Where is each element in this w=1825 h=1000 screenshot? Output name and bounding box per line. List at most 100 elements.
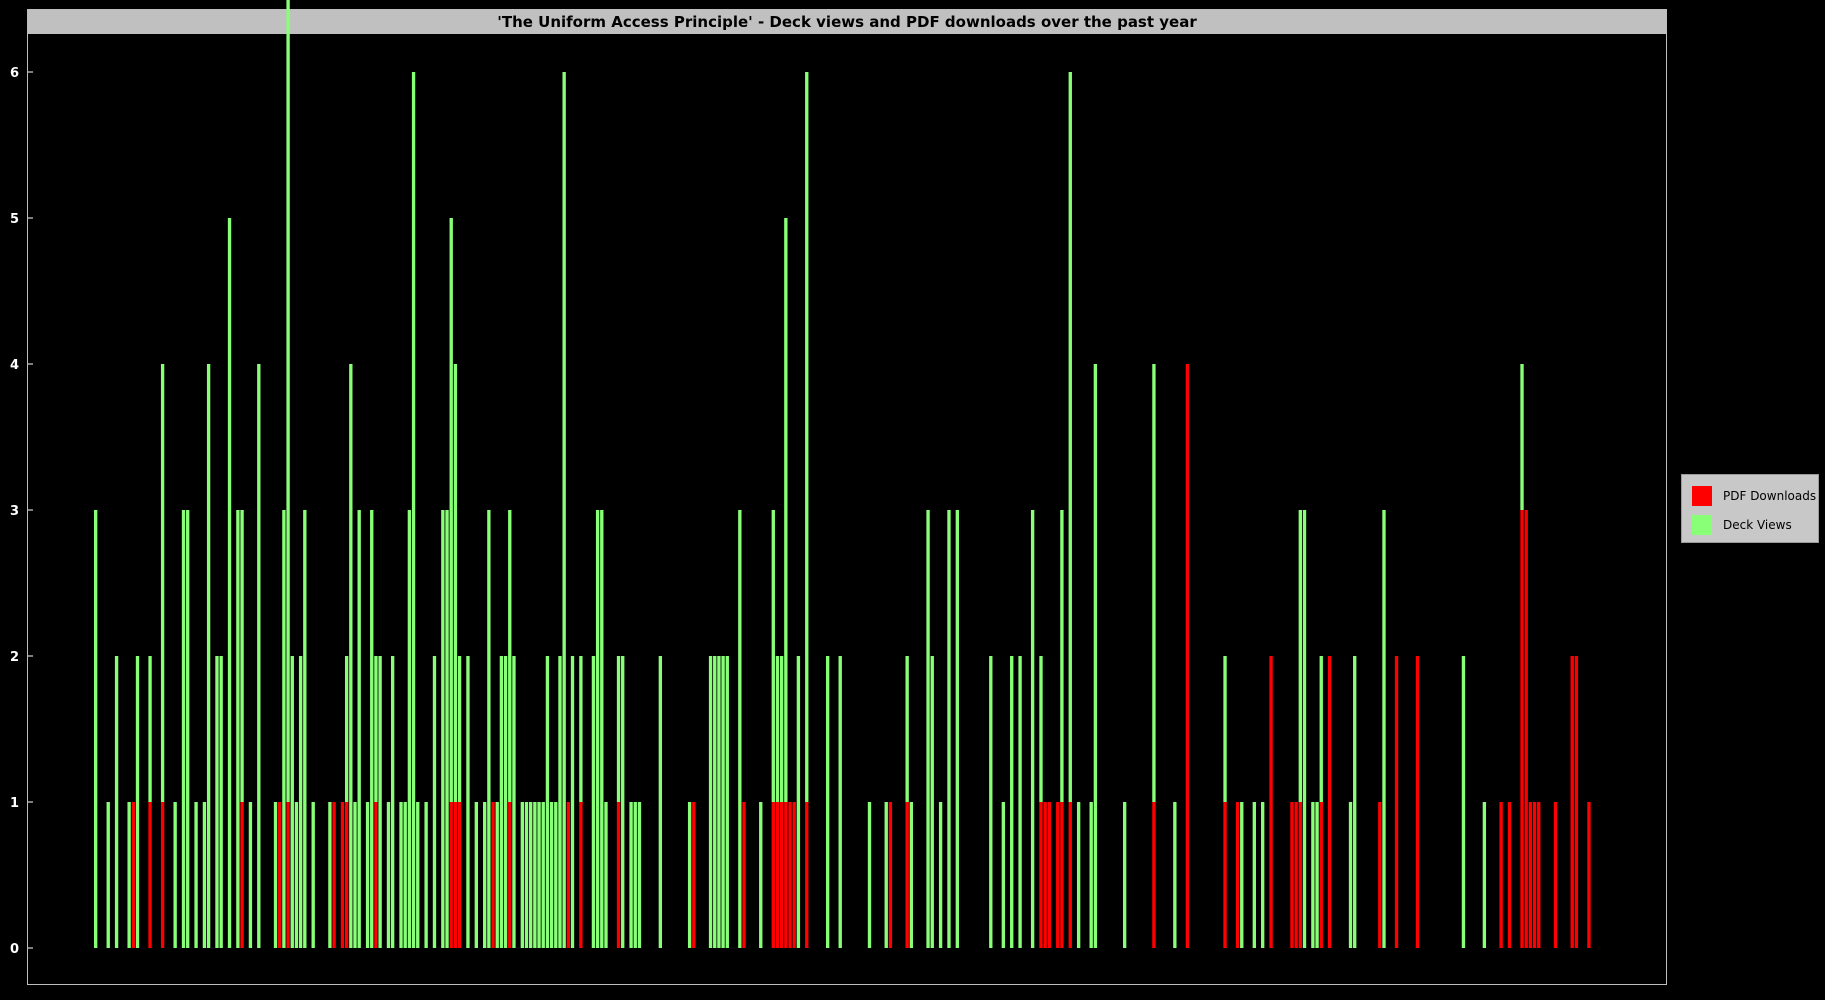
bar-deck-views xyxy=(825,656,830,948)
bar-deck-views xyxy=(282,510,286,948)
bar-deck-views xyxy=(1311,802,1315,948)
bar-deck-views xyxy=(533,802,537,948)
bar-pdf-downloads xyxy=(1378,802,1382,948)
bar-deck-views xyxy=(290,656,294,948)
bar-pdf-downloads xyxy=(1524,510,1528,948)
bar-deck-views xyxy=(503,656,508,948)
bar-deck-views xyxy=(1076,802,1081,948)
bar-deck-views xyxy=(328,802,332,948)
bar-pdf-downloads xyxy=(453,802,458,948)
bar-deck-views xyxy=(629,802,633,948)
bar-pdf-downloads xyxy=(1269,656,1273,948)
bar-deck-views xyxy=(591,656,596,948)
bar-deck-views xyxy=(1298,510,1302,802)
bar-deck-views xyxy=(1010,656,1014,948)
bar-deck-views xyxy=(717,656,721,948)
bar-deck-views xyxy=(215,656,219,948)
bar-deck-views xyxy=(621,656,625,948)
bar-deck-views xyxy=(94,510,98,948)
bar-deck-views xyxy=(499,656,504,948)
bar-deck-views xyxy=(909,802,913,948)
bar-pdf-downloads xyxy=(1528,802,1533,948)
bar-pdf-downloads xyxy=(1394,656,1399,948)
bar-pdf-downloads xyxy=(1047,802,1052,948)
bar-deck-views xyxy=(1240,802,1244,948)
bar-deck-views xyxy=(1089,802,1093,948)
bar-pdf-downloads xyxy=(148,802,152,948)
bar-deck-views xyxy=(947,510,951,948)
bar-deck-views xyxy=(1030,510,1035,948)
y-tick-label: 0 xyxy=(10,942,19,957)
bar-pdf-downloads xyxy=(1039,802,1043,948)
bar-deck-views xyxy=(508,510,512,802)
bar-deck-views xyxy=(713,656,717,948)
bar-deck-views xyxy=(867,802,872,948)
bar-pdf-downloads xyxy=(779,802,784,948)
bar-pdf-downloads xyxy=(1056,802,1060,948)
bar-pdf-downloads xyxy=(1043,802,1047,948)
legend-item-pdf-downloads: PDF Downloads xyxy=(1692,486,1816,506)
bar-pdf-downloads xyxy=(1298,802,1302,948)
bar-deck-views xyxy=(1482,802,1487,948)
bar-deck-views xyxy=(545,656,550,948)
bar-pdf-downloads xyxy=(805,802,809,948)
bar-deck-views xyxy=(633,802,637,948)
y-tick-label: 1 xyxy=(10,796,19,811)
bar-deck-views xyxy=(407,510,412,948)
bar-pdf-downloads xyxy=(278,802,282,948)
bar-deck-views xyxy=(474,802,478,948)
bar-deck-views xyxy=(106,802,110,948)
bar-deck-views xyxy=(378,656,382,948)
bar-deck-views xyxy=(453,364,458,802)
bar-pdf-downloads xyxy=(1060,802,1064,948)
bar-pdf-downloads xyxy=(1553,802,1558,948)
bar-pdf-downloads xyxy=(1152,802,1156,948)
legend-swatch-pdf-downloads xyxy=(1692,486,1712,506)
bar-deck-views xyxy=(257,364,261,948)
bar-deck-views xyxy=(344,656,349,802)
bar-pdf-downloads xyxy=(1507,802,1512,948)
bar-deck-views xyxy=(930,656,934,948)
bar-deck-views xyxy=(390,656,395,948)
bar-deck-views xyxy=(1302,510,1307,948)
bar-deck-views xyxy=(1068,72,1072,802)
legend-swatch-deck-views xyxy=(1692,515,1712,535)
bar-pdf-downloads xyxy=(579,802,583,948)
bar-pdf-downloads xyxy=(1574,656,1579,948)
bar-pdf-downloads xyxy=(566,802,571,948)
bar-deck-views xyxy=(370,510,374,948)
bar-deck-views xyxy=(604,802,608,948)
bar-pdf-downloads xyxy=(340,802,345,948)
bar-deck-views xyxy=(1018,656,1022,948)
bar-deck-views xyxy=(160,364,165,802)
y-tick-label: 4 xyxy=(10,358,19,373)
bar-deck-views xyxy=(353,802,357,948)
bar-deck-views xyxy=(173,802,177,948)
bar-deck-views xyxy=(219,656,223,948)
bar-deck-views xyxy=(365,802,370,948)
bar-deck-views xyxy=(181,510,186,948)
bar-deck-views xyxy=(541,802,545,948)
y-tick-label: 2 xyxy=(10,650,19,665)
bar-deck-views xyxy=(374,656,378,802)
bar-deck-views xyxy=(466,656,470,948)
bar-pdf-downloads xyxy=(792,802,796,948)
bar-deck-views xyxy=(784,218,788,802)
bar-pdf-downloads xyxy=(692,802,696,948)
bar-deck-views xyxy=(838,656,842,948)
chart-plot: 0 1 2 3 4 5 6 xyxy=(10,0,1591,957)
bar-deck-views xyxy=(529,802,533,948)
bar-pdf-downloads xyxy=(1294,802,1298,948)
y-tick-label: 6 xyxy=(10,66,19,81)
bar-deck-views xyxy=(938,802,943,948)
bar-pdf-downloads xyxy=(1520,510,1524,948)
bar-deck-views xyxy=(884,802,888,948)
bar-deck-views xyxy=(1122,802,1127,948)
bar-deck-views xyxy=(579,656,583,802)
bar-deck-views xyxy=(708,656,713,948)
bar-deck-views xyxy=(206,364,211,948)
bar-deck-views xyxy=(483,802,487,948)
legend-label-pdf-downloads: PDF Downloads xyxy=(1723,489,1817,503)
bar-pdf-downloads xyxy=(1235,802,1240,948)
bar-deck-views xyxy=(311,802,315,948)
